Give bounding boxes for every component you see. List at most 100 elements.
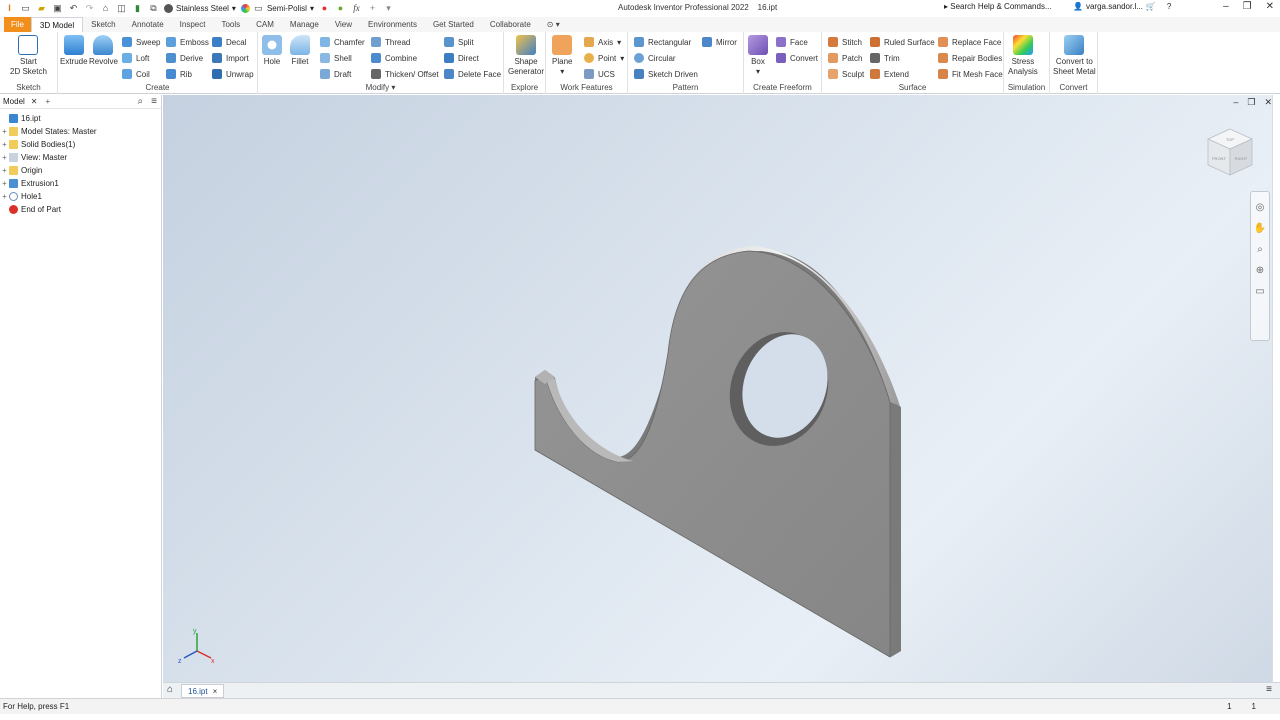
tab-environments[interactable]: Environments [360,17,425,32]
tree-node-hole1[interactable]: + Hole1 [0,190,161,203]
add-icon[interactable]: + [367,3,378,14]
new-file-icon[interactable]: ▭ [20,3,31,14]
viewcube[interactable]: TOP FRONT RIGHT [1204,127,1256,179]
coil-button[interactable]: Coil [122,68,150,80]
document-tab-16ipt[interactable]: 16.ipt × [181,683,225,698]
select-filter-icon[interactable]: ◫ [116,3,127,14]
undo-icon[interactable]: ↶ [68,3,79,14]
tree-node-extrusion1[interactable]: + Extrusion1 [0,177,161,190]
customize-icon[interactable]: ▾ [383,3,394,14]
tab-cam[interactable]: CAM [248,17,282,32]
ucs-button[interactable]: UCS [584,68,615,80]
decal-button[interactable]: Decal [212,36,246,48]
start-2d-sketch-button[interactable]: Start 2D Sketch [10,35,47,77]
thread-button[interactable]: Thread [371,36,410,48]
chamfer-button[interactable]: Chamfer [320,36,365,48]
thicken-offset-button[interactable]: Thicken/ Offset [371,68,439,80]
tree-node-origin[interactable]: + Origin [0,164,161,177]
split-button[interactable]: Split [444,36,474,48]
revolve-button[interactable]: Revolve [89,35,118,67]
trim-button[interactable]: Trim [870,52,900,64]
help-icon[interactable]: ? [1167,2,1171,11]
convert-freeform-button[interactable]: Convert [776,52,818,64]
cart-icon[interactable]: 🛒 [1146,2,1156,11]
tree-node-solid-bodies[interactable]: + Solid Bodies(1) [0,138,161,151]
color-override-icon[interactable]: ● [319,3,330,14]
shell-button[interactable]: Shell [320,52,352,64]
material-select[interactable]: Stainless Steel ▾ [164,3,236,13]
repair-bodies-button[interactable]: Repair Bodies [938,52,1002,64]
orbit-icon[interactable]: ⊕ [1251,265,1269,276]
tab-collaborate[interactable]: Collaborate [482,17,539,32]
tab-file[interactable]: File [4,17,31,32]
save-icon[interactable]: ▣ [52,3,63,14]
graphics-window[interactable]: – ❐ ✕ TOP FRONT RIGHT ◎ ✋ ⌕ ⊕ ▭ y x z [163,95,1272,682]
tab-tools[interactable]: Tools [213,17,248,32]
fit-mesh-face-button[interactable]: Fit Mesh Face [938,68,1003,80]
ruled-surface-button[interactable]: Ruled Surface [870,36,935,48]
pan-icon[interactable]: ✋ [1251,223,1269,234]
rectangular-pattern-button[interactable]: Rectangular [634,36,691,48]
restore-icon[interactable]: ❐ [1243,1,1252,12]
appearance-select[interactable]: ▭ Semi-Polisl ▾ [240,3,314,14]
fx-parameters-icon[interactable]: fx [351,3,362,14]
viewport-scrollbar[interactable] [1272,95,1280,682]
stitch-button[interactable]: Stitch [828,36,862,48]
sculpt-button[interactable]: Sculpt [828,68,864,80]
steering-wheel-icon[interactable]: ◎ [1251,202,1269,213]
combine-button[interactable]: Combine [371,52,417,64]
expand-icon[interactable]: + [0,166,9,175]
patch-button[interactable]: Patch [828,52,862,64]
extrude-button[interactable]: Extrude [60,35,88,67]
browser-tab-model[interactable]: Model [3,97,31,106]
derive-button[interactable]: Derive [166,52,203,64]
tab-sketch[interactable]: Sketch [83,17,123,32]
axis-button[interactable]: Axis ▾ [584,36,621,48]
mirror-button[interactable]: Mirror [702,36,737,48]
expand-icon[interactable]: + [0,153,9,162]
part-model[interactable] [163,95,1272,682]
sweep-button[interactable]: Sweep [122,36,160,48]
tab-inspect[interactable]: Inspect [172,17,214,32]
open-folder-icon[interactable]: ▰ [36,3,47,14]
extend-button[interactable]: Extend [870,68,909,80]
direct-button[interactable]: Direct [444,52,479,64]
tree-node-view[interactable]: + View: Master [0,151,161,164]
tab-3d-model[interactable]: 3D Model [30,17,84,32]
delete-face-button[interactable]: Delete Face [444,68,501,80]
rib-button[interactable]: Rib [166,68,192,80]
loft-button[interactable]: Loft [122,52,149,64]
tree-node-part[interactable]: 16.ipt [0,112,161,125]
tab-manage[interactable]: Manage [282,17,327,32]
fillet-button[interactable]: Fillet [290,35,310,67]
expand-icon[interactable]: + [0,192,9,201]
tab-get-started[interactable]: Get Started [425,17,482,32]
import-button[interactable]: Import [212,52,249,64]
close-icon[interactable]: ✕ [1266,1,1274,12]
point-button[interactable]: Point ▾ [584,52,624,64]
emboss-button[interactable]: Emboss [166,36,209,48]
browser-search-icon[interactable]: ⌕ [138,96,144,107]
measure-icon[interactable]: ⧉ [148,3,159,14]
circular-pattern-button[interactable]: Circular [634,52,676,64]
add-browser-tab-icon[interactable]: + [46,97,51,106]
draft-button[interactable]: Draft [320,68,351,80]
user-account[interactable]: 👤 varga.sandor.l... 🛒? [1073,2,1171,11]
document-tab-close-icon[interactable]: × [213,685,218,697]
browser-tab-close-icon[interactable]: ✕ [31,97,38,106]
expand-icon[interactable]: + [0,179,9,188]
stress-analysis-button[interactable]: Stress Analysis [1008,35,1038,77]
shape-generator-button[interactable]: Shape Generator [508,35,544,77]
redo-icon[interactable]: ↷ [84,3,95,14]
home-icon[interactable]: ⌂ [100,3,111,14]
hole-button[interactable]: Hole [262,35,282,67]
face-button[interactable]: Face [776,36,808,48]
browser-menu-icon[interactable]: ≡ [151,96,157,107]
home-tab-icon[interactable]: ⌂ [167,684,173,695]
help-search[interactable]: ▸ Search Help & Commands... [944,2,1052,11]
minimize-icon[interactable]: – [1223,1,1229,12]
tree-node-end-of-part[interactable]: End of Part [0,203,161,216]
tree-node-model-states[interactable]: + Model States: Master [0,125,161,138]
document-menu-icon[interactable]: ≡ [1266,684,1272,695]
box-button[interactable]: Box ▾ [748,35,768,77]
